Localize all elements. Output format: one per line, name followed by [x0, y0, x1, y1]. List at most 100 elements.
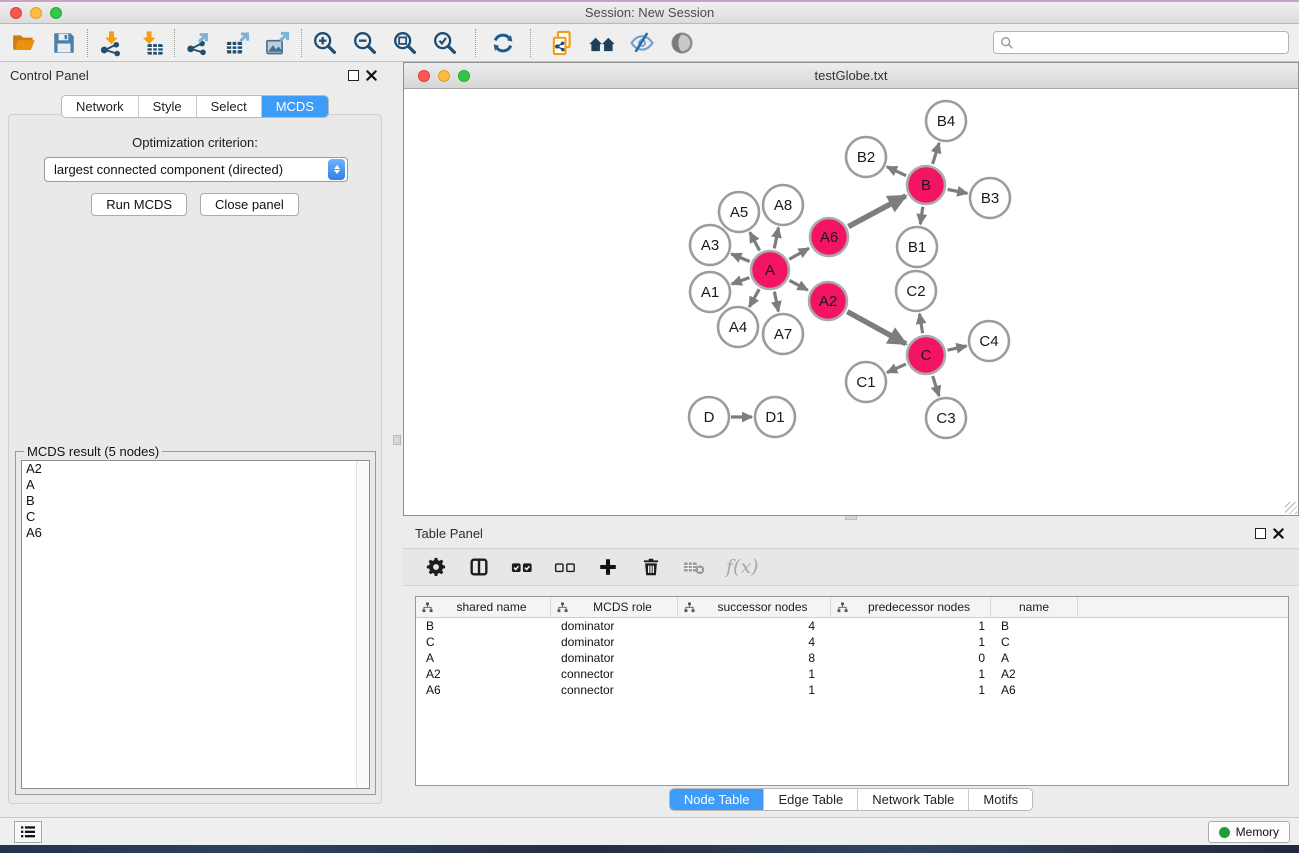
table-cell[interactable]: 1	[831, 682, 991, 698]
home-icon[interactable]	[582, 27, 622, 59]
splitter-handle[interactable]	[393, 435, 401, 445]
tab-style[interactable]: Style	[138, 96, 196, 117]
column-header-mcds-role[interactable]: MCDS role	[551, 597, 678, 617]
table-cell[interactable]: A2	[416, 666, 551, 682]
graph-edge[interactable]	[789, 248, 809, 259]
tab-network-table[interactable]: Network Table	[857, 789, 968, 810]
result-item[interactable]: C	[22, 509, 369, 525]
add-column-icon[interactable]	[593, 552, 623, 582]
table-cell[interactable]: 8	[678, 650, 831, 666]
graph-edge[interactable]	[774, 228, 778, 249]
graph-edge[interactable]	[920, 314, 923, 334]
memory-button[interactable]: Memory	[1208, 821, 1290, 843]
table-cell[interactable]: B	[416, 618, 551, 634]
clone-network-icon[interactable]	[542, 27, 582, 59]
table-cell[interactable]: connector	[551, 666, 678, 682]
table-cell[interactable]: 4	[678, 634, 831, 650]
show-graphics-details-icon[interactable]	[662, 27, 702, 59]
graph-edge[interactable]	[933, 143, 940, 164]
float-panel-icon[interactable]	[344, 67, 362, 83]
result-item[interactable]: B	[22, 493, 369, 509]
table-cell[interactable]: A2	[991, 666, 1078, 682]
graph-edge[interactable]	[887, 364, 906, 373]
table-cell[interactable]: A	[416, 650, 551, 666]
deselect-all-checkboxes-icon[interactable]	[550, 552, 580, 582]
graph-edge[interactable]	[847, 312, 906, 344]
graph-edge[interactable]	[947, 346, 966, 350]
table-row[interactable]: Cdominator41C	[416, 634, 1288, 650]
task-history-button[interactable]	[14, 821, 42, 843]
close-panel-icon[interactable]	[362, 67, 380, 83]
export-network-icon[interactable]	[178, 27, 218, 59]
tab-motifs[interactable]: Motifs	[968, 789, 1032, 810]
network-window-titlebar[interactable]: testGlobe.txt	[404, 63, 1298, 89]
table-cell[interactable]: 1	[831, 618, 991, 634]
select-all-checkboxes-icon[interactable]	[507, 552, 537, 582]
tab-network[interactable]: Network	[62, 96, 138, 117]
delete-column-icon[interactable]	[636, 552, 666, 582]
table-cell[interactable]: 1	[831, 634, 991, 650]
network-graph[interactable]: B4B2BB3A5A8A6B1A3AA1C2A2A4A7C4CC1C3DD1	[404, 89, 1298, 515]
close-panel-button[interactable]: Close panel	[200, 193, 299, 216]
tab-node-table[interactable]: Node Table	[670, 789, 764, 810]
zoom-fit-icon[interactable]	[385, 27, 425, 59]
table-cell[interactable]: B	[991, 618, 1078, 634]
graph-edge[interactable]	[887, 167, 906, 176]
minimize-window-button[interactable]	[30, 7, 42, 19]
maximize-window-button[interactable]	[50, 7, 62, 19]
scrollbar-track[interactable]	[356, 461, 369, 788]
table-cell[interactable]: C	[416, 634, 551, 650]
graph-edge[interactable]	[848, 196, 905, 227]
graph-edge[interactable]	[789, 280, 807, 290]
result-item[interactable]: A	[22, 477, 369, 493]
run-mcds-button[interactable]: Run MCDS	[91, 193, 187, 216]
table-cell[interactable]: 1	[831, 666, 991, 682]
table-options-icon[interactable]	[421, 552, 451, 582]
table-row[interactable]: A6connector11A6	[416, 682, 1288, 698]
window-resize-grip[interactable]	[1285, 502, 1297, 514]
tab-mcds[interactable]: MCDS	[261, 96, 328, 117]
mcds-result-list[interactable]: A2ABCA6	[21, 460, 370, 789]
graph-edge[interactable]	[948, 189, 968, 193]
float-panel-icon[interactable]	[1251, 525, 1269, 541]
column-header-shared-name[interactable]: shared name	[416, 597, 551, 617]
table-row[interactable]: A2connector11A2	[416, 666, 1288, 682]
table-cell[interactable]: A	[991, 650, 1078, 666]
table-cell[interactable]: 1	[678, 682, 831, 698]
table-cell[interactable]: dominator	[551, 650, 678, 666]
search-field[interactable]	[993, 31, 1289, 54]
table-cell[interactable]: dominator	[551, 618, 678, 634]
graph-edge[interactable]	[920, 207, 923, 224]
table-row[interactable]: Adominator80A	[416, 650, 1288, 666]
vertical-splitter[interactable]	[390, 62, 403, 817]
graph-edge[interactable]	[732, 278, 750, 285]
hide-graphics-details-icon[interactable]	[622, 27, 662, 59]
node-table[interactable]: shared name MCDS role successor nodes pr…	[415, 596, 1289, 786]
open-session-icon[interactable]	[4, 27, 44, 59]
show-columns-icon[interactable]	[464, 552, 494, 582]
graph-edge[interactable]	[750, 232, 760, 250]
search-input[interactable]	[1018, 33, 1288, 52]
import-network-icon[interactable]	[91, 27, 131, 59]
tab-select[interactable]: Select	[196, 96, 261, 117]
table-cell[interactable]: A6	[991, 682, 1078, 698]
save-session-icon[interactable]	[44, 27, 84, 59]
table-cell[interactable]: 4	[678, 618, 831, 634]
zoom-out-icon[interactable]	[345, 27, 385, 59]
refresh-layout-icon[interactable]	[483, 27, 523, 59]
close-window-button[interactable]	[10, 7, 22, 19]
table-cell[interactable]: 1	[678, 666, 831, 682]
close-network-button[interactable]	[418, 70, 430, 82]
column-header-predecessor-nodes[interactable]: predecessor nodes	[831, 597, 991, 617]
table-cell[interactable]: A6	[416, 682, 551, 698]
table-row[interactable]: Bdominator41B	[416, 618, 1288, 634]
table-cell[interactable]: 0	[831, 650, 991, 666]
tab-edge-table[interactable]: Edge Table	[763, 789, 857, 810]
export-image-icon[interactable]	[258, 27, 298, 59]
graph-edge[interactable]	[933, 376, 939, 396]
graph-edge[interactable]	[749, 289, 759, 307]
result-item[interactable]: A2	[22, 461, 369, 477]
graph-edge[interactable]	[731, 254, 749, 262]
result-item[interactable]: A6	[22, 525, 369, 541]
zoom-selected-icon[interactable]	[425, 27, 465, 59]
